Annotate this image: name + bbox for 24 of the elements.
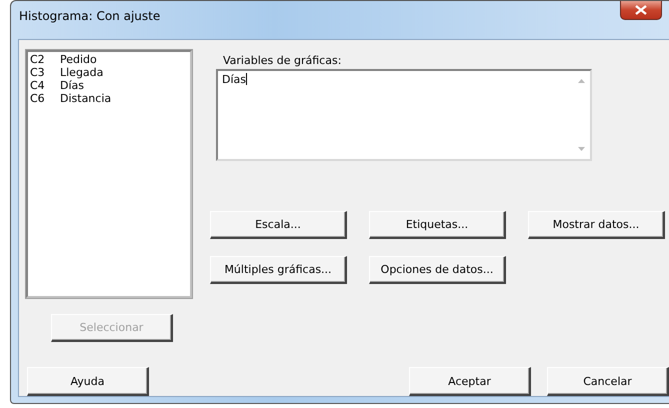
column-name[interactable]: Pedido	[60, 53, 97, 66]
column-id[interactable]: C3	[30, 66, 60, 79]
close-button[interactable]	[620, 1, 662, 20]
column-list[interactable]: C2 Pedido C3 Llegada C4 Días C6 Distancia	[26, 50, 192, 298]
column-id[interactable]: C2	[30, 53, 60, 66]
close-icon	[635, 5, 647, 15]
option-button[interactable]: Opciones de datos...	[369, 256, 506, 284]
column-name[interactable]: Llegada	[60, 66, 104, 79]
ok-button[interactable]: Aceptar	[409, 367, 531, 396]
window-title: Histograma: Con ajuste	[19, 9, 160, 23]
option-button[interactable]: Mostrar datos...	[528, 211, 665, 239]
help-button[interactable]: Ayuda	[27, 367, 149, 396]
scroll-down-icon[interactable]	[578, 147, 585, 151]
column-id[interactable]: C4	[30, 79, 60, 92]
variables-field[interactable]: Días	[216, 69, 592, 161]
option-button[interactable]: Etiquetas...	[369, 211, 506, 239]
cancel-button[interactable]: Cancelar	[547, 367, 669, 396]
option-button[interactable]: Múltiples gráficas...	[210, 256, 347, 284]
column-id[interactable]: C6	[30, 92, 60, 105]
option-button[interactable]: Escala...	[210, 211, 347, 239]
column-name[interactable]: Distancia	[60, 92, 112, 105]
field-label: Variables de gráficas:	[223, 54, 342, 67]
column-name[interactable]: Días	[60, 79, 84, 92]
scroll-up-icon[interactable]	[578, 79, 585, 83]
